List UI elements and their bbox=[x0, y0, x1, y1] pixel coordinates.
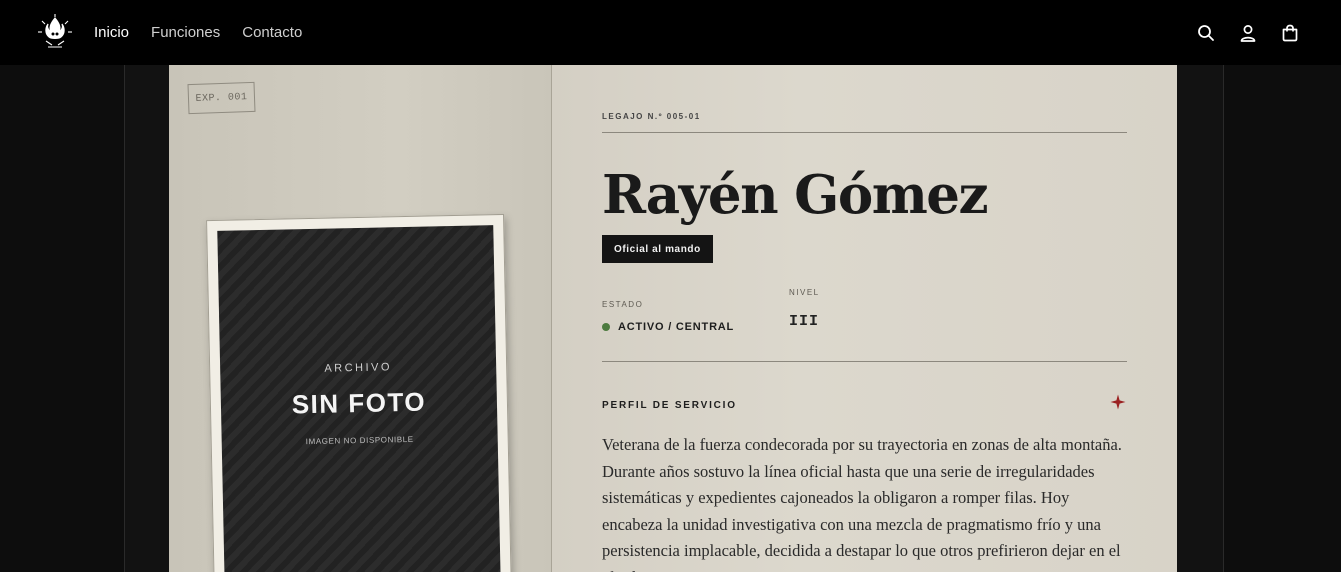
photo-frame: ARCHIVO SIN FOTO IMAGEN NO DISPONIBLE bbox=[206, 213, 512, 572]
status-row: ACTIVO / CENTRAL bbox=[602, 321, 734, 333]
photo-subtitle: IMAGEN NO DISPONIBLE bbox=[305, 434, 414, 447]
photo-title: SIN FOTO bbox=[291, 386, 427, 420]
nav-icons bbox=[1197, 0, 1299, 65]
nav-link-contacto[interactable]: Contacto bbox=[242, 24, 302, 41]
search-icon[interactable] bbox=[1197, 24, 1215, 42]
nav-link-inicio[interactable]: Inicio bbox=[94, 24, 129, 41]
nav-links: Inicio Funciones Contacto bbox=[94, 0, 302, 65]
bio-text: Veterana de la fuerza condecorada por su… bbox=[602, 435, 1122, 572]
divider bbox=[602, 132, 1127, 133]
bag-icon[interactable] bbox=[1281, 24, 1299, 42]
dossier-right-page: LEGAJO N.º 005-01 Rayén Gómez Oficial al… bbox=[552, 65, 1177, 572]
user-icon[interactable] bbox=[1239, 24, 1257, 42]
flame-skull-icon[interactable] bbox=[36, 13, 74, 51]
file-stamp: EXP. 001 bbox=[187, 81, 256, 115]
status-dot-icon bbox=[602, 323, 610, 331]
nav-link-funciones[interactable]: Funciones bbox=[151, 24, 220, 41]
photo-placeholder: ARCHIVO SIN FOTO IMAGEN NO DISPONIBLE bbox=[217, 225, 501, 572]
level-value: III bbox=[789, 313, 820, 330]
dossier-left-page: EXP. 001 ARCHIVO SIN FOTO IMAGEN NO DISP… bbox=[169, 65, 552, 572]
status-label: ESTADO bbox=[602, 300, 644, 309]
photo-kicker: ARCHIVO bbox=[324, 361, 393, 375]
status-value: ACTIVO / CENTRAL bbox=[618, 321, 735, 333]
dossier-id: LEGAJO N.º 005-01 bbox=[602, 112, 701, 121]
star-icon bbox=[1110, 394, 1126, 410]
agent-name: Rayén Gómez bbox=[602, 164, 989, 226]
level-label: NIVEL bbox=[789, 288, 820, 297]
section-title: PERFIL DE SERVICIO bbox=[602, 400, 737, 411]
rank-badge: Oficial al mando bbox=[602, 235, 713, 263]
divider bbox=[602, 361, 1127, 362]
top-navbar: Inicio Funciones Contacto bbox=[0, 0, 1341, 65]
